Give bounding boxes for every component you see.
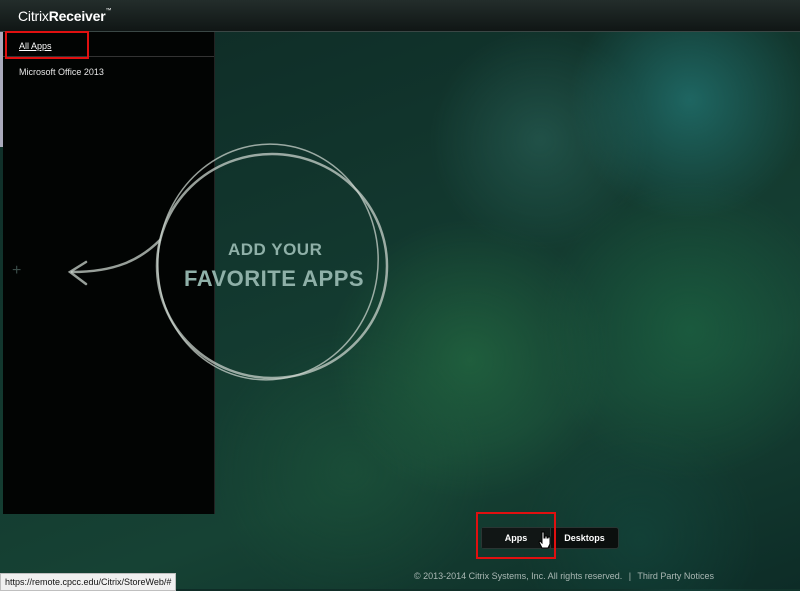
sidebar-item-microsoft-office-2013[interactable]: Microsoft Office 2013 — [19, 67, 104, 77]
brand-trademark: ™ — [105, 8, 112, 14]
top-bar: CitrixReceiver™ — [0, 0, 800, 32]
add-plus-icon: + — [12, 262, 22, 279]
footer: © 2013-2014 Citrix Systems, Inc. All rig… — [414, 571, 714, 581]
citrix-receiver-logo: CitrixReceiver™ — [18, 8, 111, 24]
third-party-notices-link[interactable]: Third Party Notices — [637, 571, 714, 581]
brand-citrix: Citrix — [18, 8, 49, 24]
hand-cursor-icon — [538, 531, 551, 549]
hero-line-1: ADD YOUR — [228, 240, 323, 259]
hero-line-2: FAVORITE APPS — [184, 266, 365, 291]
all-apps-highlight-box — [5, 31, 89, 59]
desktops-tab-button[interactable]: Desktops — [551, 528, 618, 548]
brand-receiver: Receiver — [48, 8, 106, 24]
copyright-text: © 2013-2014 Citrix Systems, Inc. All rig… — [414, 571, 623, 581]
status-url: https://remote.cpcc.edu/Citrix/StoreWeb/… — [5, 577, 172, 587]
browser-status-bar: https://remote.cpcc.edu/Citrix/StoreWeb/… — [0, 573, 177, 591]
footer-separator: | — [628, 571, 632, 581]
